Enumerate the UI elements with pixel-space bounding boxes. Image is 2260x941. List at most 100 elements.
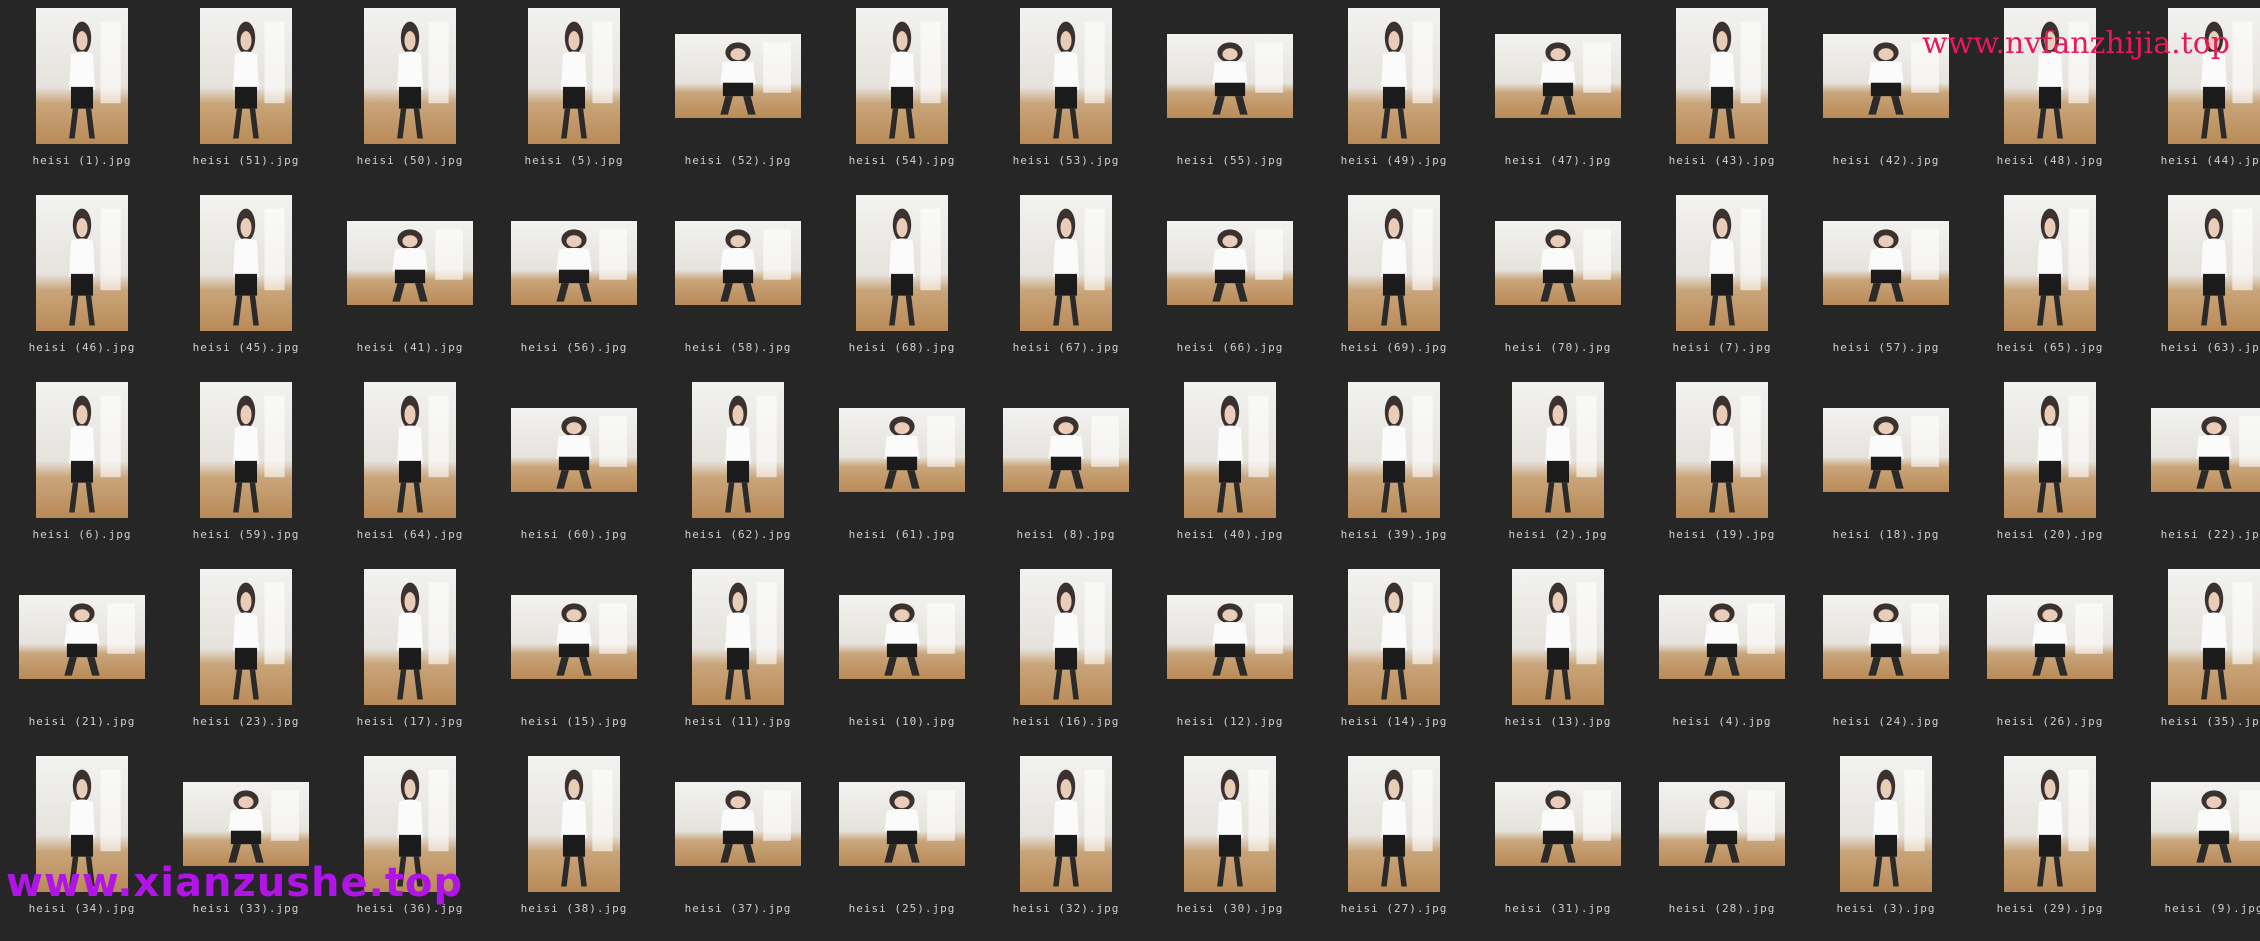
thumbnail-image[interactable] bbox=[839, 595, 965, 679]
thumbnail-item[interactable]: heisi (67).jpg bbox=[984, 193, 1148, 380]
thumbnail-image[interactable] bbox=[839, 782, 965, 866]
thumbnail-item[interactable]: heisi (30).jpg bbox=[1148, 754, 1312, 941]
thumbnail-item[interactable]: heisi (43).jpg bbox=[1640, 6, 1804, 193]
thumbnail-image[interactable] bbox=[364, 569, 456, 705]
thumbnail-item[interactable]: heisi (60).jpg bbox=[492, 380, 656, 567]
thumbnail-item[interactable]: heisi (57).jpg bbox=[1804, 193, 1968, 380]
thumbnail-image[interactable] bbox=[347, 221, 473, 305]
thumbnail-image[interactable] bbox=[675, 221, 801, 305]
thumbnail-item[interactable]: heisi (11).jpg bbox=[656, 567, 820, 754]
thumbnail-item[interactable]: heisi (23).jpg bbox=[164, 567, 328, 754]
thumbnail-image[interactable] bbox=[1823, 221, 1949, 305]
thumbnail-image[interactable] bbox=[1512, 382, 1604, 518]
thumbnail-item[interactable]: heisi (15).jpg bbox=[492, 567, 656, 754]
thumbnail-item[interactable]: heisi (25).jpg bbox=[820, 754, 984, 941]
thumbnail-image[interactable] bbox=[1020, 195, 1112, 331]
thumbnail-image[interactable] bbox=[675, 34, 801, 118]
thumbnail-item[interactable]: heisi (22).jpg bbox=[2132, 380, 2260, 567]
thumbnail-image[interactable] bbox=[1840, 756, 1932, 892]
thumbnail-image[interactable] bbox=[1659, 782, 1785, 866]
thumbnail-item[interactable]: heisi (39).jpg bbox=[1312, 380, 1476, 567]
thumbnail-image[interactable] bbox=[1348, 756, 1440, 892]
thumbnail-image[interactable] bbox=[1003, 408, 1129, 492]
thumbnail-item[interactable]: heisi (49).jpg bbox=[1312, 6, 1476, 193]
thumbnail-item[interactable]: heisi (46).jpg bbox=[0, 193, 164, 380]
thumbnail-item[interactable]: heisi (20).jpg bbox=[1968, 380, 2132, 567]
thumbnail-image[interactable] bbox=[1348, 8, 1440, 144]
thumbnail-image[interactable] bbox=[839, 408, 965, 492]
thumbnail-item[interactable]: heisi (63).jpg bbox=[2132, 193, 2260, 380]
thumbnail-image[interactable] bbox=[1495, 782, 1621, 866]
thumbnail-image[interactable] bbox=[200, 195, 292, 331]
thumbnail-image[interactable] bbox=[675, 782, 801, 866]
thumbnail-image[interactable] bbox=[1823, 408, 1949, 492]
thumbnail-item[interactable]: heisi (14).jpg bbox=[1312, 567, 1476, 754]
thumbnail-item[interactable]: heisi (8).jpg bbox=[984, 380, 1148, 567]
thumbnail-item[interactable]: heisi (24).jpg bbox=[1804, 567, 1968, 754]
thumbnail-item[interactable]: heisi (61).jpg bbox=[820, 380, 984, 567]
thumbnail-image[interactable] bbox=[1020, 756, 1112, 892]
thumbnail-image[interactable] bbox=[1512, 569, 1604, 705]
thumbnail-image[interactable] bbox=[1495, 34, 1621, 118]
thumbnail-image[interactable] bbox=[692, 382, 784, 518]
thumbnail-item[interactable]: heisi (68).jpg bbox=[820, 193, 984, 380]
thumbnail-item[interactable]: heisi (13).jpg bbox=[1476, 567, 1640, 754]
thumbnail-item[interactable]: heisi (56).jpg bbox=[492, 193, 656, 380]
thumbnail-image[interactable] bbox=[1676, 8, 1768, 144]
thumbnail-item[interactable]: heisi (7).jpg bbox=[1640, 193, 1804, 380]
thumbnail-image[interactable] bbox=[200, 382, 292, 518]
thumbnail-image[interactable] bbox=[183, 782, 309, 866]
thumbnail-item[interactable]: heisi (47).jpg bbox=[1476, 6, 1640, 193]
thumbnail-image[interactable] bbox=[19, 595, 145, 679]
thumbnail-item[interactable]: heisi (9).jpg bbox=[2132, 754, 2260, 941]
thumbnail-image[interactable] bbox=[200, 8, 292, 144]
thumbnail-image[interactable] bbox=[364, 382, 456, 518]
thumbnail-item[interactable]: heisi (45).jpg bbox=[164, 193, 328, 380]
thumbnail-item[interactable]: heisi (26).jpg bbox=[1968, 567, 2132, 754]
thumbnail-image[interactable] bbox=[856, 8, 948, 144]
thumbnail-image[interactable] bbox=[1020, 8, 1112, 144]
thumbnail-image[interactable] bbox=[511, 408, 637, 492]
thumbnail-item[interactable]: heisi (38).jpg bbox=[492, 754, 656, 941]
thumbnail-image[interactable] bbox=[1167, 221, 1293, 305]
thumbnail-image[interactable] bbox=[1348, 569, 1440, 705]
thumbnail-image[interactable] bbox=[1495, 221, 1621, 305]
thumbnail-item[interactable]: heisi (50).jpg bbox=[328, 6, 492, 193]
thumbnail-image[interactable] bbox=[1659, 595, 1785, 679]
thumbnail-item[interactable]: heisi (62).jpg bbox=[656, 380, 820, 567]
thumbnail-image[interactable] bbox=[36, 195, 128, 331]
thumbnail-image[interactable] bbox=[1167, 595, 1293, 679]
thumbnail-image[interactable] bbox=[856, 195, 948, 331]
thumbnail-item[interactable]: heisi (21).jpg bbox=[0, 567, 164, 754]
thumbnail-item[interactable]: heisi (31).jpg bbox=[1476, 754, 1640, 941]
thumbnail-item[interactable]: heisi (2).jpg bbox=[1476, 380, 1640, 567]
thumbnail-image[interactable] bbox=[2168, 195, 2260, 331]
thumbnail-image[interactable] bbox=[1823, 595, 1949, 679]
thumbnail-item[interactable]: heisi (69).jpg bbox=[1312, 193, 1476, 380]
thumbnail-item[interactable]: heisi (37).jpg bbox=[656, 754, 820, 941]
thumbnail-image[interactable] bbox=[200, 569, 292, 705]
thumbnail-image[interactable] bbox=[1987, 595, 2113, 679]
thumbnail-item[interactable]: heisi (1).jpg bbox=[0, 6, 164, 193]
thumbnail-image[interactable] bbox=[36, 382, 128, 518]
thumbnail-item[interactable]: heisi (51).jpg bbox=[164, 6, 328, 193]
thumbnail-image[interactable] bbox=[36, 8, 128, 144]
thumbnail-item[interactable]: heisi (17).jpg bbox=[328, 567, 492, 754]
thumbnail-image[interactable] bbox=[528, 756, 620, 892]
thumbnail-image[interactable] bbox=[2168, 569, 2260, 705]
thumbnail-item[interactable]: heisi (12).jpg bbox=[1148, 567, 1312, 754]
thumbnail-image[interactable] bbox=[528, 8, 620, 144]
thumbnail-item[interactable]: heisi (54).jpg bbox=[820, 6, 984, 193]
thumbnail-item[interactable]: heisi (33).jpg bbox=[164, 754, 328, 941]
thumbnail-item[interactable]: heisi (6).jpg bbox=[0, 380, 164, 567]
thumbnail-item[interactable]: heisi (64).jpg bbox=[328, 380, 492, 567]
thumbnail-image[interactable] bbox=[1184, 756, 1276, 892]
thumbnail-item[interactable]: heisi (16).jpg bbox=[984, 567, 1148, 754]
thumbnail-item[interactable]: heisi (34).jpg bbox=[0, 754, 164, 941]
thumbnail-image[interactable] bbox=[2004, 382, 2096, 518]
thumbnail-item[interactable]: heisi (36).jpg bbox=[328, 754, 492, 941]
thumbnail-item[interactable]: heisi (18).jpg bbox=[1804, 380, 1968, 567]
thumbnail-item[interactable]: heisi (59).jpg bbox=[164, 380, 328, 567]
thumbnail-image[interactable] bbox=[2151, 782, 2260, 866]
thumbnail-image[interactable] bbox=[1020, 569, 1112, 705]
